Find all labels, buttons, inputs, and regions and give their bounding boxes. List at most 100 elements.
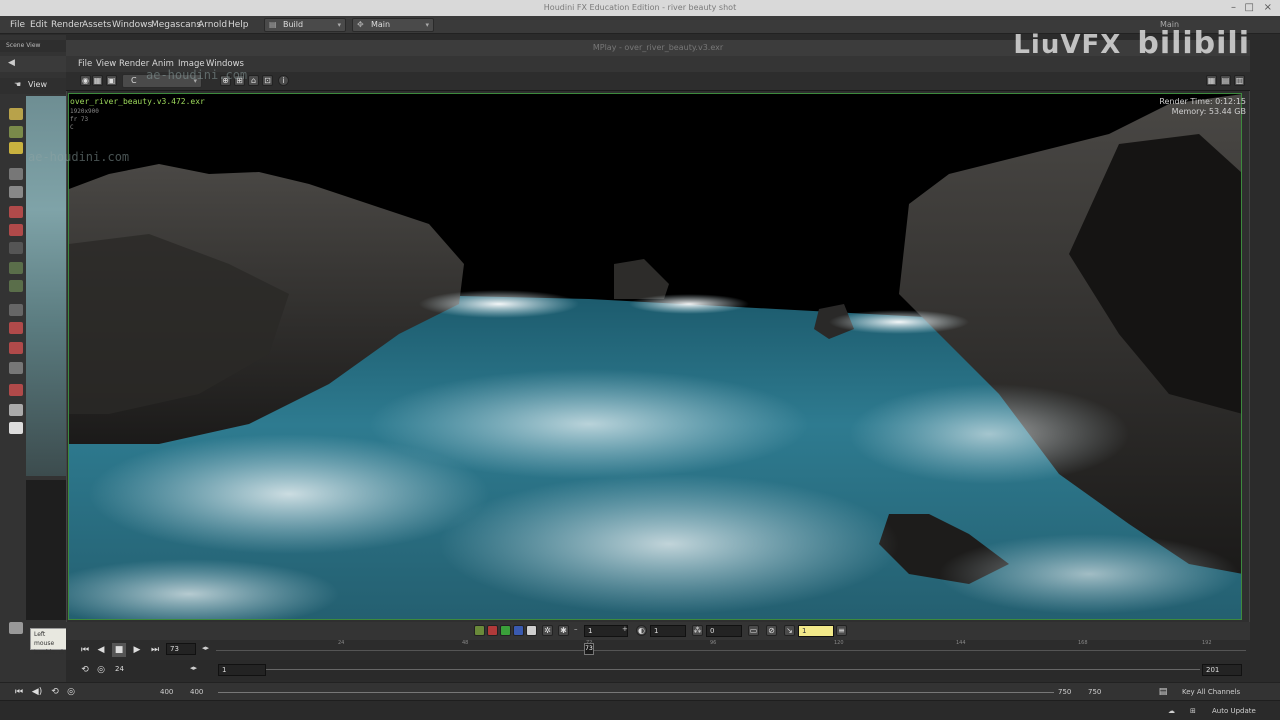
- status-bar: ☁ ⊞ Auto Update: [0, 700, 1280, 720]
- visibility-icon[interactable]: [9, 404, 23, 416]
- menu-file[interactable]: File: [10, 16, 25, 34]
- jump-start-icon[interactable]: ⏮: [78, 643, 92, 657]
- tick-label: 168: [1078, 640, 1088, 646]
- info-icon[interactable]: i: [278, 75, 289, 86]
- range-track[interactable]: [266, 669, 1200, 670]
- watermark: LiuVFX bilibili: [1013, 26, 1250, 61]
- rotate-tool-icon[interactable]: [9, 142, 23, 154]
- start-frame-field[interactable]: 1: [218, 664, 266, 676]
- pose-tool-icon[interactable]: [9, 168, 23, 180]
- tick-label: 192: [1202, 640, 1212, 646]
- zoom-icon[interactable]: ▦: [92, 75, 103, 86]
- scene-view-tab[interactable]: Scene View: [0, 40, 66, 52]
- link-icon[interactable]: ⊘: [766, 625, 777, 636]
- fps-field[interactable]: 24: [112, 664, 142, 676]
- shelf-set-label: Build: [283, 20, 304, 29]
- brush-tool-icon[interactable]: [9, 262, 23, 274]
- jump-end-icon[interactable]: ⏭: [148, 643, 162, 657]
- grid-icon[interactable]: ▤: [1220, 75, 1231, 86]
- view-tab[interactable]: View: [28, 80, 47, 89]
- settings-icon[interactable]: [9, 622, 23, 634]
- menu-edit[interactable]: Edit: [30, 16, 47, 34]
- maximize-icon[interactable]: □: [1245, 0, 1254, 16]
- playhead[interactable]: 73: [584, 643, 594, 655]
- scope-icon[interactable]: ⏮: [12, 685, 26, 699]
- display-mode-icon[interactable]: ◉: [80, 75, 91, 86]
- menu-arnold[interactable]: Arnold: [198, 16, 227, 34]
- global-range-track[interactable]: [218, 692, 1054, 693]
- auto-update-label[interactable]: Auto Update: [1212, 707, 1256, 715]
- minimize-icon[interactable]: –: [1231, 0, 1236, 16]
- close-icon[interactable]: ×: [1264, 0, 1272, 16]
- keys-icon[interactable]: ▤: [1156, 685, 1170, 699]
- alpha-channel-icon[interactable]: [526, 625, 537, 636]
- color-icon[interactable]: ▣: [106, 75, 117, 86]
- camera-tool-icon[interactable]: [9, 224, 23, 236]
- color-correction-icon[interactable]: [474, 625, 485, 636]
- menu-help[interactable]: Help: [228, 16, 249, 34]
- menu-windows[interactable]: Windows: [112, 16, 152, 34]
- back-arrow-icon[interactable]: ◀: [8, 58, 15, 68]
- blue-channel-icon[interactable]: [513, 625, 524, 636]
- move-tool-icon[interactable]: [9, 126, 23, 138]
- render-region-icon[interactable]: [9, 362, 23, 374]
- memory-usage: Memory: 53.44 GB: [1171, 107, 1246, 116]
- snapshot-icon[interactable]: ⊡: [262, 75, 273, 86]
- menu-assets[interactable]: Assets: [82, 16, 111, 34]
- gamma-icon[interactable]: ✲: [542, 625, 553, 636]
- decrement-icon[interactable]: –: [574, 625, 578, 633]
- red-channel-icon[interactable]: [487, 625, 498, 636]
- current-frame-field[interactable]: 73: [166, 643, 196, 655]
- hand-icon[interactable]: ☚: [14, 80, 21, 89]
- lut-icon[interactable]: ⁂: [692, 625, 703, 636]
- panel-icon[interactable]: ▥: [1234, 75, 1245, 86]
- range-arrows-icon[interactable]: ◂▸: [190, 664, 197, 672]
- image-resolution: 1920x900: [70, 108, 99, 115]
- menu-icon[interactable]: ≡: [836, 625, 847, 636]
- timeline-track[interactable]: [216, 650, 1246, 651]
- prev-key-icon[interactable]: ◂▸: [202, 644, 209, 652]
- lock-icon[interactable]: [9, 186, 23, 198]
- image-viewport[interactable]: [68, 93, 1242, 620]
- stop-icon[interactable]: ■: [112, 643, 126, 657]
- menu-megascans[interactable]: Megascans: [151, 16, 201, 34]
- record-icon[interactable]: [9, 384, 23, 396]
- viewer-toolbar: [6, 108, 26, 638]
- exposure-field[interactable]: 1: [650, 625, 686, 637]
- realtime-icon[interactable]: ◎: [94, 663, 108, 677]
- layout-icon[interactable]: ▦: [1206, 75, 1217, 86]
- key-all-channels[interactable]: Key All Channels: [1182, 688, 1240, 696]
- realtime-toggle-icon[interactable]: ◎: [64, 685, 78, 699]
- measure-icon[interactable]: [9, 304, 23, 316]
- shelf-set-dropdown[interactable]: ▤ Build ▾: [264, 18, 346, 32]
- step-back-icon[interactable]: ◀: [94, 643, 108, 657]
- audio-icon[interactable]: ◀): [30, 685, 44, 699]
- mplay-menu-file[interactable]: File: [78, 56, 92, 72]
- pick-icon[interactable]: ↘: [784, 625, 795, 636]
- menu-render[interactable]: Render: [51, 16, 83, 34]
- magnet-icon[interactable]: [9, 342, 23, 354]
- view-tool-icon[interactable]: [9, 280, 23, 292]
- light-tool-icon[interactable]: [9, 322, 23, 334]
- display-icon[interactable]: [9, 422, 23, 434]
- loop-icon[interactable]: ⟲: [78, 663, 92, 677]
- mplay-menu-render[interactable]: Render: [119, 56, 149, 72]
- loop-mode-icon[interactable]: ⟲: [48, 685, 62, 699]
- play-icon[interactable]: ▶: [130, 643, 144, 657]
- contrast-icon[interactable]: ◐: [636, 625, 647, 636]
- select-tool-icon[interactable]: [9, 108, 23, 120]
- exposure-icon[interactable]: ✱: [558, 625, 569, 636]
- scale-field[interactable]: 1: [798, 625, 834, 637]
- view-tab-bar: ☚ View: [0, 78, 66, 94]
- home-icon[interactable]: ⌂: [248, 75, 259, 86]
- image-filename: over_river_beauty.v3.472.exr: [70, 97, 205, 106]
- handle-tool-icon[interactable]: [9, 206, 23, 218]
- increment-icon[interactable]: +: [622, 625, 628, 633]
- offset-field[interactable]: 0: [706, 625, 742, 637]
- end-frame-field[interactable]: 201: [1202, 664, 1242, 676]
- snap-icon[interactable]: [9, 242, 23, 254]
- mplay-menu-view[interactable]: View: [96, 56, 116, 72]
- desktop-dropdown[interactable]: ✥ Main ▾: [352, 18, 434, 32]
- aspect-icon[interactable]: ▭: [748, 625, 759, 636]
- green-channel-icon[interactable]: [500, 625, 511, 636]
